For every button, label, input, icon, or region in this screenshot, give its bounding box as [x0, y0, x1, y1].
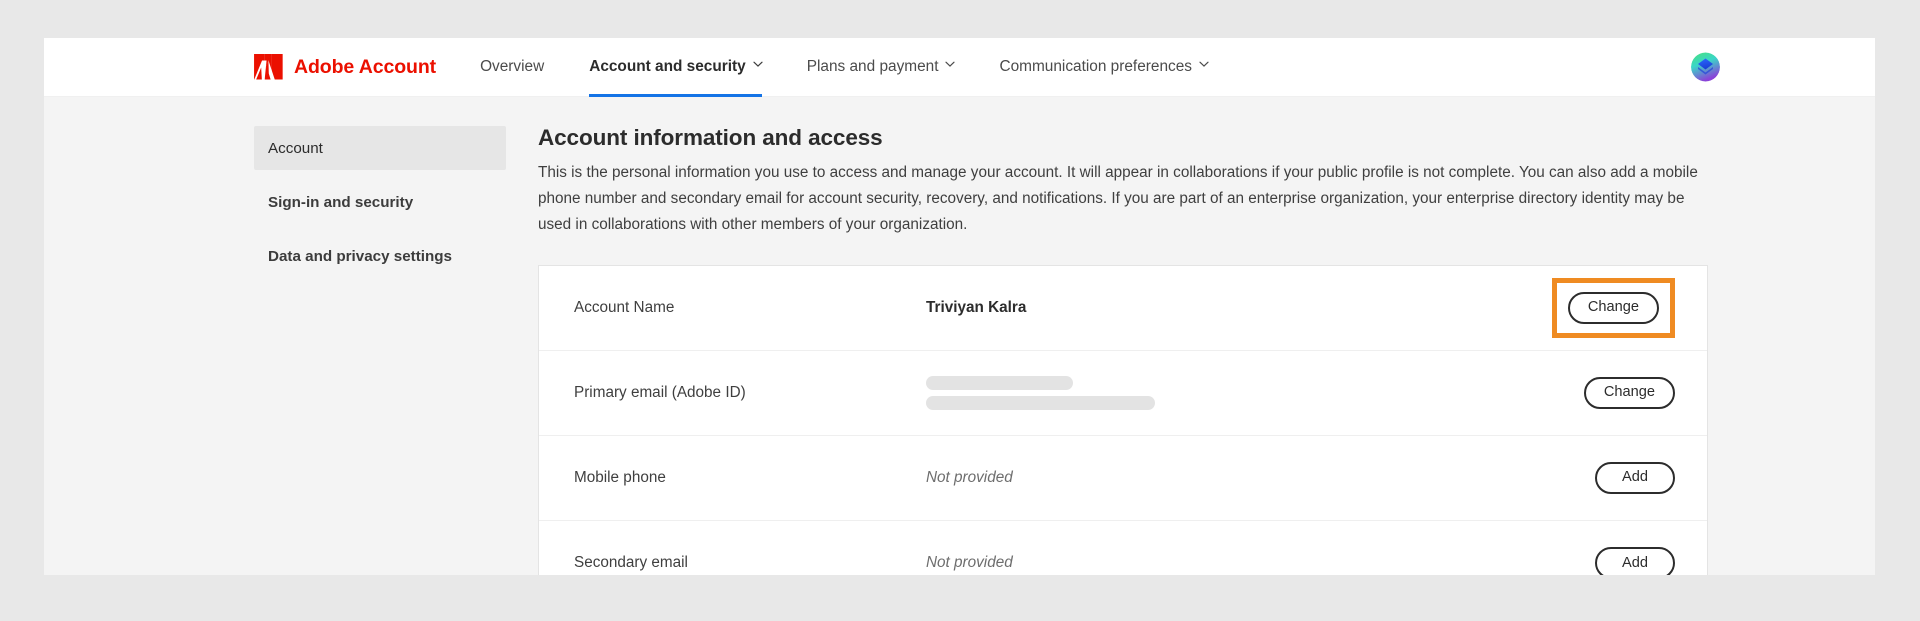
- brand[interactable]: Adobe Account: [254, 54, 436, 80]
- row-label: Mobile phone: [574, 468, 666, 486]
- nav-item-overview[interactable]: Overview: [480, 38, 544, 97]
- page-title: Account information and access: [538, 125, 883, 150]
- add-secondary-email-button[interactable]: Add: [1595, 547, 1675, 575]
- change-primary-email-button[interactable]: Change: [1583, 376, 1675, 409]
- row-value: Not provided: [926, 468, 1013, 486]
- nav-item-label: Communication preferences: [999, 58, 1192, 75]
- sidebar-item-account[interactable]: Account: [254, 126, 506, 170]
- nav-item-label: Account and security: [589, 58, 746, 75]
- nav-item-label: Overview: [480, 58, 545, 75]
- change-account-name-button[interactable]: Change: [1567, 291, 1659, 324]
- table-row: Primary email (Adobe ID) Change: [539, 351, 1707, 436]
- app-header: Adobe Account Overview Account and secur…: [44, 38, 1875, 97]
- sidebar-item-label: Data and privacy settings: [268, 247, 453, 265]
- table-row: Secondary email Not provided Add: [539, 521, 1707, 575]
- row-value: Triviyan Kalra: [926, 298, 1027, 316]
- nav-item-label: Plans and payment: [806, 58, 939, 75]
- add-mobile-phone-button[interactable]: Add: [1595, 461, 1675, 494]
- row-label: Primary email (Adobe ID): [574, 383, 746, 401]
- highlight-annotation: Change: [1551, 277, 1675, 338]
- row-action: Add: [1535, 547, 1675, 575]
- sidebar-item-data-and-privacy-settings[interactable]: Data and privacy settings: [254, 234, 506, 278]
- screenshot-root: Adobe Account Overview Account and secur…: [0, 0, 1920, 621]
- sidebar-item-sign-in-and-security[interactable]: Sign-in and security: [254, 180, 506, 224]
- row-action: Change: [1535, 376, 1675, 409]
- sidebar-item-label: Account: [268, 139, 323, 157]
- nav-item-communication-preferences[interactable]: Communication preferences: [999, 38, 1209, 97]
- app-viewport: Adobe Account Overview Account and secur…: [44, 38, 1875, 575]
- chevron-down-icon: [1199, 61, 1209, 70]
- row-label: Secondary email: [574, 554, 688, 572]
- main-nav: Overview Account and security Plans and …: [480, 38, 1253, 97]
- avatar[interactable]: [1691, 52, 1720, 82]
- adobe-logo-icon: [254, 54, 283, 80]
- main-content: Account information and access This is t…: [506, 125, 1875, 575]
- account-info-card: Account Name Triviyan Kalra Change Prima…: [538, 264, 1708, 575]
- nav-item-account-and-security[interactable]: Account and security: [589, 38, 763, 97]
- chevron-down-icon: [753, 61, 763, 70]
- table-row: Mobile phone Not provided Add: [539, 436, 1707, 521]
- brand-name: Adobe Account: [294, 55, 437, 78]
- sidebar-item-label: Sign-in and security: [268, 193, 414, 211]
- row-value: [926, 375, 1535, 410]
- row-action: Change: [1535, 277, 1675, 338]
- chevron-down-icon: [945, 61, 956, 70]
- row-label: Account Name: [574, 298, 675, 316]
- nav-item-plans-and-payment[interactable]: Plans and payment: [806, 38, 956, 97]
- row-action: Add: [1535, 461, 1675, 494]
- redacted-value: [926, 375, 1535, 410]
- table-row: Account Name Triviyan Kalra Change: [539, 266, 1707, 351]
- page-description: This is the personal information you use…: [538, 163, 1698, 233]
- sidebar: Account Sign-in and security Data and pr…: [254, 126, 506, 575]
- row-value: Not provided: [926, 554, 1013, 572]
- body-area: Account Sign-in and security Data and pr…: [44, 97, 1875, 575]
